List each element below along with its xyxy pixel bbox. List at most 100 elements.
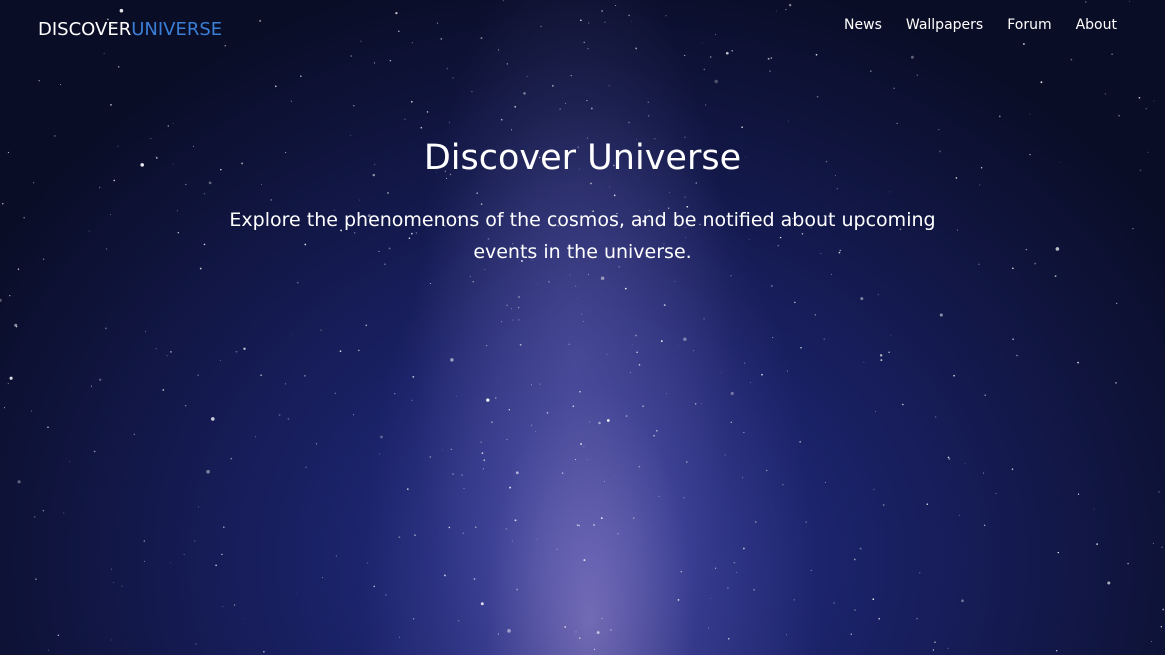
star — [579, 637, 581, 639]
star — [572, 405, 575, 408]
star — [854, 609, 856, 611]
star — [772, 337, 774, 338]
star — [552, 85, 554, 87]
star — [322, 577, 323, 579]
star — [143, 540, 145, 542]
star — [410, 100, 413, 103]
star — [334, 392, 336, 394]
star — [519, 343, 522, 346]
star — [569, 274, 571, 276]
star — [1104, 93, 1107, 95]
star — [1096, 543, 1098, 545]
star — [526, 75, 528, 77]
star — [155, 348, 157, 350]
star — [1093, 508, 1095, 510]
star — [674, 280, 676, 282]
star — [514, 105, 517, 108]
star — [744, 362, 746, 364]
star — [170, 562, 171, 564]
star — [859, 547, 862, 550]
star — [304, 375, 306, 377]
star — [511, 540, 513, 542]
star — [782, 484, 784, 486]
star — [69, 461, 70, 462]
star — [939, 313, 943, 317]
star — [850, 633, 852, 635]
star — [766, 470, 768, 472]
star — [647, 101, 649, 103]
star — [536, 539, 538, 540]
star — [648, 115, 650, 117]
star — [642, 405, 644, 408]
star — [112, 581, 114, 583]
star — [296, 281, 299, 284]
star — [197, 374, 199, 376]
nav-link-news[interactable]: News — [844, 17, 882, 33]
star — [724, 454, 726, 456]
star — [582, 321, 584, 322]
brand-logo[interactable]: DISCOVERUNIVERSE — [38, 19, 222, 40]
star — [564, 102, 567, 105]
star — [170, 351, 172, 353]
star — [60, 84, 62, 86]
star — [880, 359, 883, 362]
star — [603, 480, 606, 482]
star — [195, 643, 197, 645]
star — [452, 473, 454, 475]
star — [638, 364, 641, 366]
star — [875, 411, 877, 412]
star — [235, 350, 238, 353]
star — [507, 629, 511, 633]
star — [609, 628, 612, 631]
star — [769, 70, 771, 72]
star — [1055, 649, 1058, 652]
star — [394, 393, 396, 395]
star — [290, 100, 292, 102]
nav-link-about[interactable]: About — [1076, 17, 1117, 33]
star — [365, 324, 367, 326]
star — [1127, 562, 1129, 565]
star — [742, 477, 744, 479]
star — [581, 313, 583, 315]
star — [720, 372, 722, 374]
star — [658, 495, 660, 498]
star — [636, 351, 638, 353]
star — [579, 391, 581, 393]
star — [743, 431, 745, 434]
star — [1160, 626, 1162, 628]
star — [215, 564, 217, 567]
star — [629, 371, 631, 373]
nav-link-wallpapers[interactable]: Wallpapers — [906, 17, 983, 33]
brand-logo-second: UNIVERSE — [131, 19, 223, 40]
star — [583, 559, 586, 562]
star — [230, 457, 233, 460]
star — [693, 350, 695, 352]
star — [300, 75, 302, 77]
star — [506, 438, 508, 441]
star — [167, 125, 170, 127]
star — [919, 572, 921, 574]
star — [47, 426, 49, 429]
star — [1153, 100, 1155, 102]
star — [99, 378, 102, 381]
star — [631, 344, 633, 345]
star — [568, 343, 570, 345]
navbar: DISCOVERUNIVERSE News Wallpapers Forum A… — [0, 0, 1165, 60]
star — [1145, 108, 1147, 110]
nav-link-forum[interactable]: Forum — [1007, 17, 1051, 33]
star — [833, 602, 835, 604]
star — [206, 469, 210, 474]
star — [1116, 302, 1118, 305]
star — [570, 74, 572, 77]
star — [484, 268, 486, 271]
star — [1040, 81, 1043, 84]
star — [753, 589, 755, 591]
star — [511, 129, 512, 131]
star — [600, 276, 605, 280]
star — [486, 398, 490, 402]
star — [1162, 608, 1165, 611]
star — [625, 415, 628, 417]
star — [577, 298, 578, 299]
star — [480, 441, 482, 443]
star — [666, 393, 668, 395]
